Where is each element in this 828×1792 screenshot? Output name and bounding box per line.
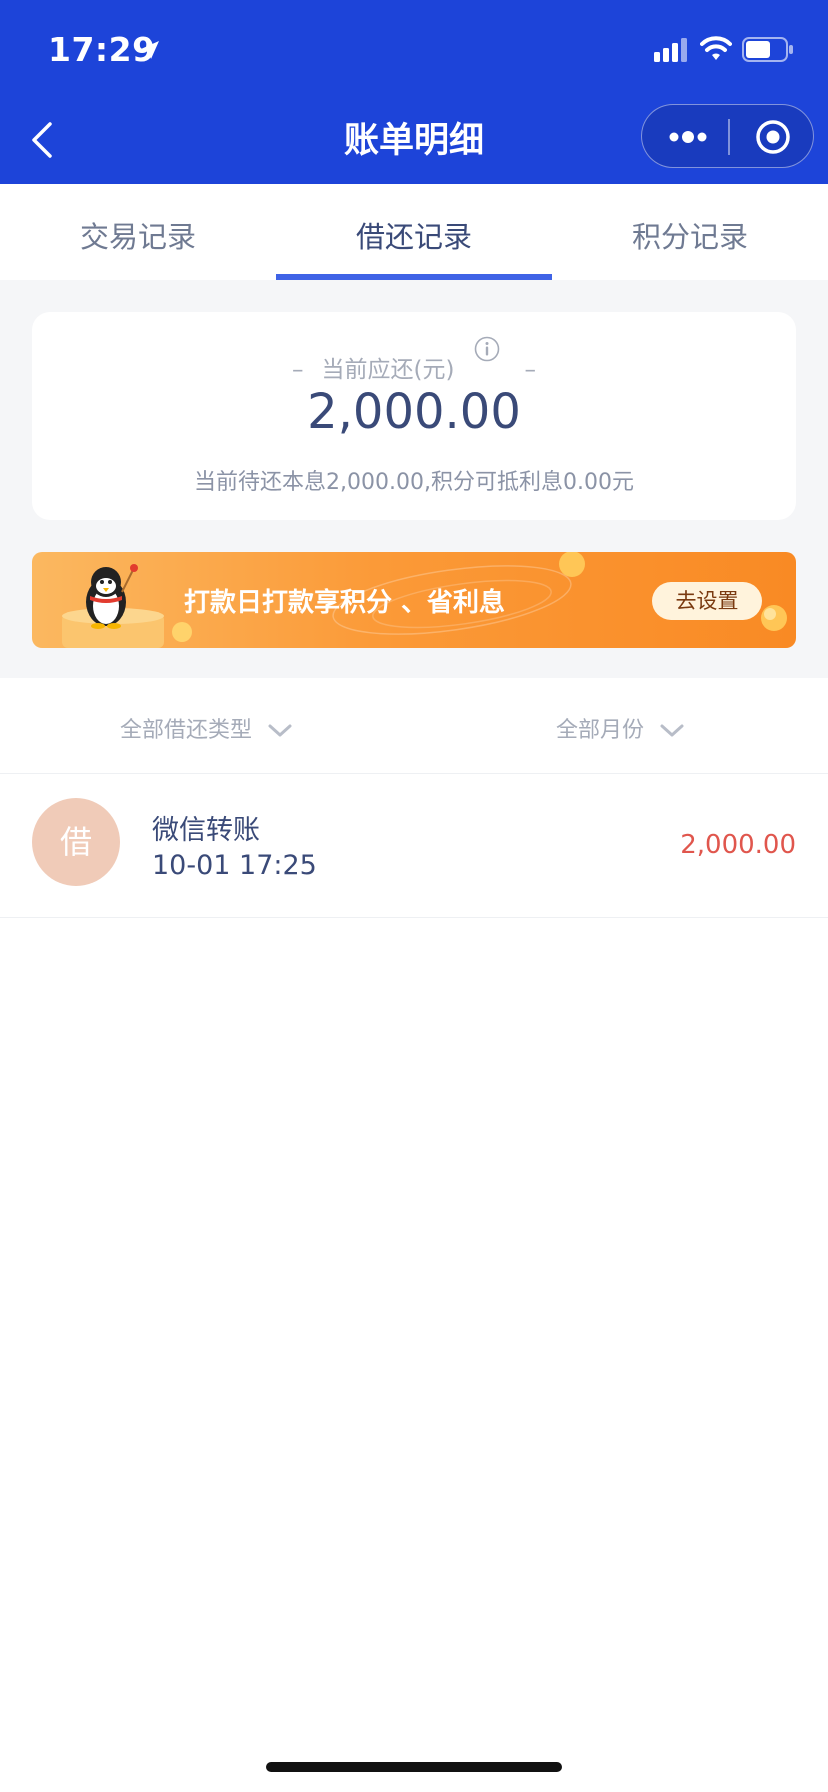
tab-borrow-repay[interactable]: 借还记录 (276, 214, 552, 256)
home-indicator[interactable] (266, 1762, 562, 1772)
summary-label: – 当前应还(元) – (32, 350, 796, 384)
type-filter-label: 全部借还类型 (120, 718, 253, 743)
summary-card: – 当前应还(元) – 2,000.00 当前待还本息2,000.00,积分可抵利息… (32, 312, 796, 520)
month-filter-label: 全部月份 (556, 718, 645, 743)
info-icon[interactable] (474, 336, 500, 362)
record-tabs: 交易记录 借还记录 积分记录 (0, 184, 828, 280)
more-icon[interactable] (666, 125, 710, 149)
capsule-divider (728, 119, 730, 155)
penguin-mascot-icon (86, 564, 138, 629)
location-arrow-icon (141, 41, 159, 59)
record-title: 微信转账 (152, 815, 260, 846)
close-mini-program-icon[interactable] (754, 118, 792, 156)
tab-points[interactable]: 积分记录 (552, 214, 828, 256)
chevron-down-icon (660, 724, 684, 737)
mini-program-capsule (641, 104, 814, 168)
wifi-icon (700, 36, 732, 60)
record-time: 10-01 17:25 (152, 850, 317, 881)
summary-dash-left: – (292, 357, 304, 383)
go-settings-button[interactable]: 去设置 (652, 582, 762, 620)
banner-text: 打款日打款享积分 、省利息 (184, 588, 506, 618)
type-filter[interactable]: 全部借还类型 (120, 712, 293, 744)
record-amount: 2,000.00 (680, 830, 796, 860)
tab-transactions[interactable]: 交易记录 (0, 214, 276, 256)
top-bar: 17:29 账单明细 (0, 0, 828, 184)
battery-icon (742, 37, 793, 62)
borrow-badge: 借 (32, 798, 120, 886)
amount-due: 2,000.00 (307, 384, 521, 440)
cellular-signal-icon (654, 38, 687, 62)
summary-dash-right: – (524, 357, 536, 383)
amount-due-detail: 当前待还本息2,000.00,积分可抵利息0.00元 (194, 470, 634, 495)
list-item[interactable]: 借 微信转账 10-01 17:25 2,000.00 (0, 774, 828, 918)
month-filter[interactable]: 全部月份 (556, 712, 685, 744)
summary-label-text: 当前应还(元) (321, 357, 455, 383)
filter-bar: 全部借还类型 全部月份 (0, 678, 828, 774)
chevron-down-icon (268, 724, 292, 737)
promo-banner[interactable]: 打款日打款享积分 、省利息 去设置 (32, 552, 796, 648)
